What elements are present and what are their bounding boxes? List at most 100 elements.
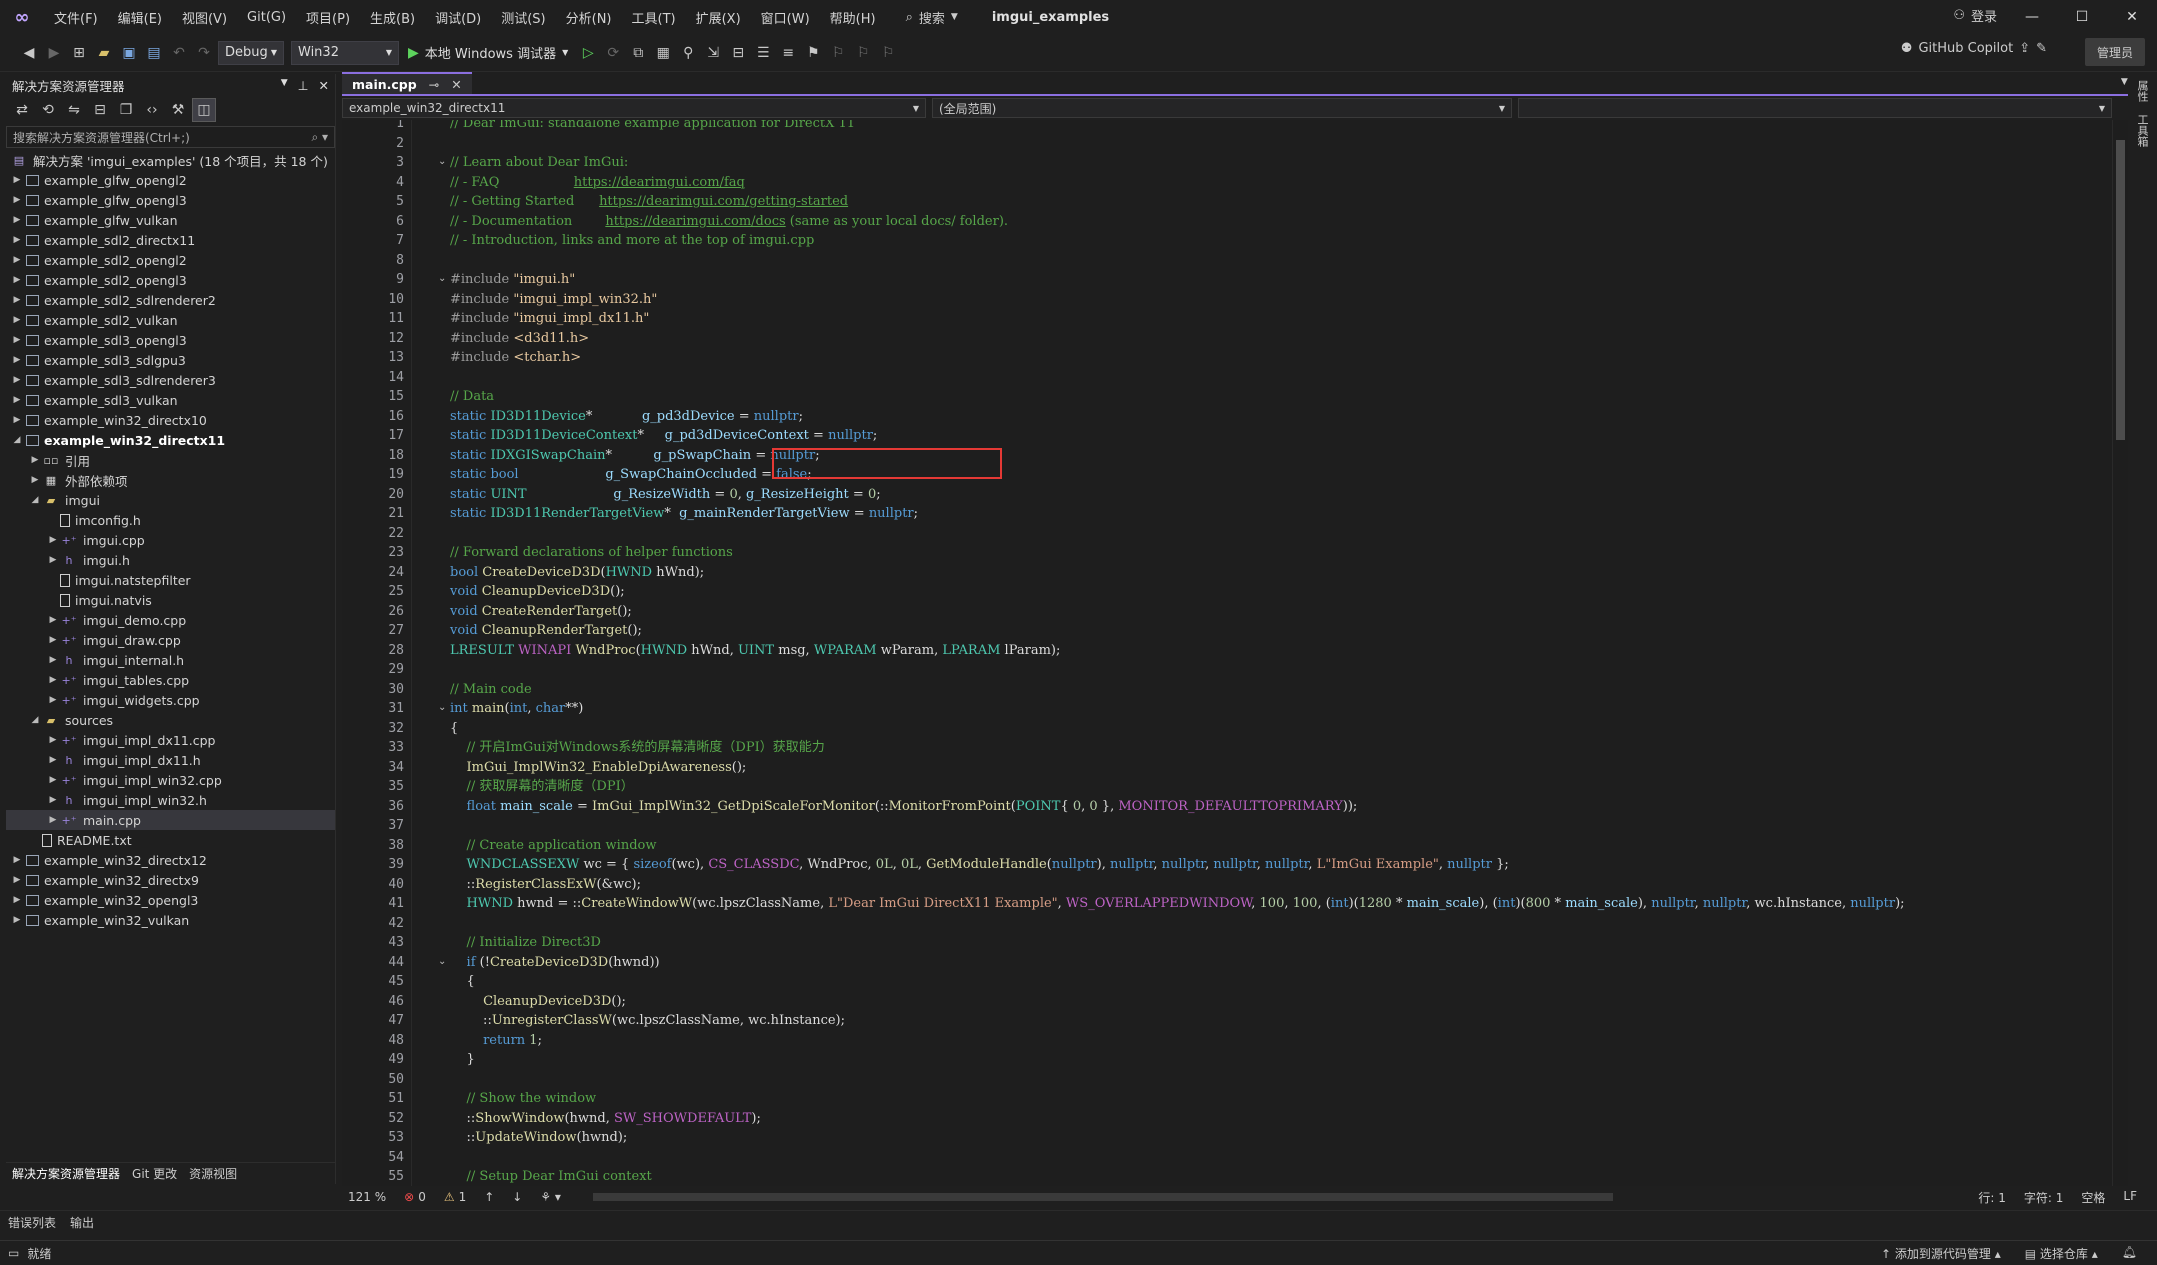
tree-item[interactable]: ▶ example_sdl2_vulkan [6,310,335,330]
scrollbar-thumb[interactable] [2116,140,2125,440]
vs-logo-icon[interactable]: ∞ [0,0,44,34]
zoom-level[interactable]: 121 % [348,1190,386,1204]
window-icon[interactable]: ⊟ [727,42,749,64]
tab-list-icon[interactable]: ▼ [2121,77,2128,92]
tree-item[interactable]: imgui.natstepfilter [6,570,335,590]
feedback-icon[interactable]: ✎ [2036,41,2047,56]
menu-item-10[interactable]: 扩展(X) [686,8,751,27]
collapsed-arrow-icon[interactable]: ▶ [46,695,60,705]
minimize-icon[interactable]: — [2007,0,2057,34]
tab-git-changes[interactable]: Git 更改 [132,1165,177,1182]
platform-select[interactable]: Win32 ▼ [291,40,399,65]
tree-item[interactable]: ▶ +⁺ imgui_tables.cpp [6,670,335,690]
expanded-arrow-icon[interactable]: ◢ [28,715,42,725]
back-icon[interactable]: ◀ [18,42,40,64]
collapsed-arrow-icon[interactable]: ▶ [10,275,24,285]
close-icon[interactable]: ✕ [2107,0,2157,34]
dropdown-icon[interactable]: ▼ [281,78,288,93]
comment-icon[interactable]: ☰ [752,42,774,64]
tree-item[interactable]: ▶ +⁺ imgui_draw.cpp [6,630,335,650]
collapsed-arrow-icon[interactable]: ▶ [46,755,60,765]
menu-item-12[interactable]: 帮助(H) [820,8,886,27]
tree-item[interactable]: ▶ example_win32_directx9 [6,870,335,890]
live-share-icon[interactable]: ⚲ [677,42,699,64]
tree-item[interactable]: ▶ h imgui.h [6,550,335,570]
char-position[interactable]: 字符: 1 [2024,1189,2064,1206]
code-cleanup-icon[interactable]: ⚘ ▾ [540,1190,561,1204]
tab-toolbox[interactable]: 工具箱 [2134,108,2150,153]
login-button[interactable]: ⚇ 登录 [1953,6,1997,25]
pending-changes-icon[interactable]: ⟲ [36,98,60,122]
collapsed-arrow-icon[interactable]: ▶ [10,295,24,305]
collapsed-arrow-icon[interactable]: ▶ [46,555,60,565]
menu-item-0[interactable]: 文件(F) [44,8,108,27]
layout-icon[interactable]: ▦ [652,42,674,64]
tree-item[interactable]: ▶ +⁺ imgui_impl_win32.cpp [6,770,335,790]
share-icon[interactable]: ⇪ [2019,41,2030,56]
collapsed-arrow-icon[interactable]: ▶ [46,775,60,785]
collapsed-arrow-icon[interactable]: ▶ [46,655,60,665]
collapsed-arrow-icon[interactable]: ▶ [10,235,24,245]
tree-item[interactable]: ▶ example_sdl2_opengl3 [6,270,335,290]
start-debugging-button[interactable]: ▶ 本地 Windows 调试器 ▼ [402,43,574,63]
tree-item[interactable]: ◢ example_win32_directx11 [6,430,335,450]
close-panel-icon[interactable]: ✕ [319,78,329,93]
collapsed-arrow-icon[interactable]: ▶ [28,455,42,465]
notifications-icon[interactable]: 🔔︎ [2122,1245,2137,1262]
tree-item[interactable]: ▶ ▦ 外部依赖项 [6,470,335,490]
collapsed-arrow-icon[interactable]: ▶ [10,315,24,325]
preview-icon[interactable]: ◫ [192,98,216,122]
collapsed-arrow-icon[interactable]: ▶ [46,635,60,645]
collapsed-arrow-icon[interactable]: ▶ [10,255,24,265]
attach-icon[interactable]: ⟳ [602,42,624,64]
menu-item-1[interactable]: 编辑(E) [108,8,172,27]
fold-toggle-icon[interactable]: ⌄ [438,702,446,713]
tree-item[interactable]: ▶ h imgui_impl_dx11.h [6,750,335,770]
start-without-debugging-icon[interactable]: ▷ [577,42,599,64]
bookmark-clear-icon[interactable]: ⚐ [877,42,899,64]
whitespace-mode[interactable]: 空格 [2081,1189,2105,1206]
new-project-icon[interactable]: ⊞ [68,42,90,64]
tab-resource-view[interactable]: 资源视图 [189,1165,237,1182]
expanded-arrow-icon[interactable]: ◢ [10,435,24,445]
tree-item[interactable]: ▶ example_glfw_vulkan [6,210,335,230]
project-nav-select[interactable]: example_win32_directx11 ▼ [342,98,926,118]
collapsed-arrow-icon[interactable]: ▶ [10,875,24,885]
tree-item[interactable]: ▶ example_sdl2_opengl2 [6,250,335,270]
warning-count[interactable]: 1 [459,1190,467,1204]
expanded-arrow-icon[interactable]: ◢ [28,495,42,505]
error-count[interactable]: 0 [418,1190,426,1204]
tree-item[interactable]: ▶ example_sdl2_directx11 [6,230,335,250]
menu-item-7[interactable]: 测试(S) [491,8,555,27]
switch-views-icon[interactable]: ⇄ [10,98,34,122]
show-all-files-icon[interactable]: ❐ [114,98,138,122]
collapsed-arrow-icon[interactable]: ▶ [10,355,24,365]
collapsed-arrow-icon[interactable]: ▶ [46,535,60,545]
collapsed-arrow-icon[interactable]: ▶ [10,395,24,405]
collapsed-arrow-icon[interactable]: ▶ [10,195,24,205]
tree-item[interactable]: README.txt [6,830,335,850]
tree-item[interactable]: ▶ example_win32_directx12 [6,850,335,870]
collapsed-arrow-icon[interactable]: ▶ [46,675,60,685]
tree-item[interactable]: imconfig.h [6,510,335,530]
step-icon[interactable]: ⇲ [702,42,724,64]
tab-error-list[interactable]: 错误列表 [8,1214,56,1231]
pin-tab-icon[interactable]: ⊸ [429,77,439,92]
tree-item[interactable]: ▶ +⁺ imgui_impl_dx11.cpp [6,730,335,750]
tree-item[interactable]: ▶ example_sdl3_vulkan [6,390,335,410]
menu-item-3[interactable]: Git(G) [237,10,296,25]
collapsed-arrow-icon[interactable]: ▶ [46,815,60,825]
uncomment-icon[interactable]: ≡ [777,42,799,64]
member-nav-select[interactable]: ▼ [1518,98,2112,118]
fold-toggle-icon[interactable]: ⌄ [438,273,446,284]
bookmark-prev-icon[interactable]: ⚐ [827,42,849,64]
horizontal-scrollbar[interactable] [592,1193,1613,1201]
tree-item[interactable]: ▶ +⁺ imgui_widgets.cpp [6,690,335,710]
tree-item[interactable]: ▶ example_win32_vulkan [6,910,335,930]
tree-item[interactable]: ▶ h imgui_impl_win32.h [6,790,335,810]
code-view-icon[interactable]: ‹› [140,98,164,122]
configuration-select[interactable]: Debug ▼ [218,40,284,65]
tree-item[interactable]: ▶ example_sdl2_sdlrenderer2 [6,290,335,310]
menu-item-2[interactable]: 视图(V) [172,8,237,27]
collapsed-arrow-icon[interactable]: ▶ [10,375,24,385]
